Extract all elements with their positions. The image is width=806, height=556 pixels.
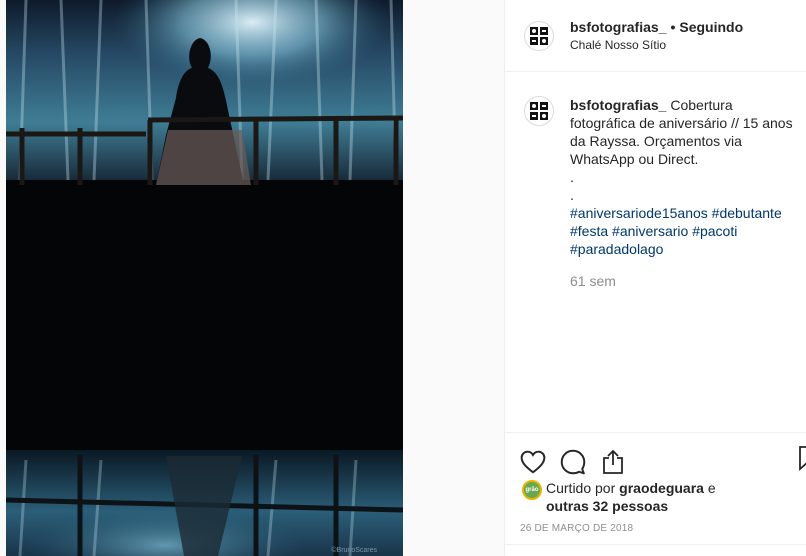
photo-watermark: ©BrunoScares [331, 547, 377, 554]
hashtag-link[interactable]: #debutante [712, 205, 782, 221]
post-actions-section: grão Curtido por graodeguara e outras 32… [505, 432, 806, 534]
liked-by-and: e [707, 480, 716, 496]
follow-status-button[interactable]: Seguindo [679, 18, 743, 36]
photo-scene [6, 0, 403, 556]
liked-by-prefix: Curtido por [546, 480, 616, 496]
hashtag-link[interactable]: #aniversariode15anos [570, 205, 708, 221]
caption-dot: . [570, 187, 574, 203]
brand-logo-icon [530, 26, 548, 45]
hashtag-list: #aniversariode15anos #debutante #festa #… [570, 204, 798, 258]
caption-block: bsfotografias_ Cobertura fotográfica de … [524, 96, 798, 290]
header-username[interactable]: bsfotografias_ [570, 18, 666, 36]
post-side-panel: bsfotografias_ • Seguindo Chalé Nosso Sí… [504, 0, 806, 556]
caption-time-ago[interactable]: 61 sem [570, 272, 798, 290]
likes-count-link[interactable]: outras 32 pessoas [546, 498, 668, 514]
hashtag-link[interactable]: #festa [570, 223, 608, 239]
comment-icon[interactable] [560, 449, 586, 475]
hashtag-link[interactable]: #pacoti [692, 223, 737, 239]
post-photo[interactable]: ©BrunoScares [6, 0, 403, 556]
likes-row: grão Curtido por graodeguara e outras 32… [505, 479, 806, 515]
hashtag-link[interactable]: #paradadolago [570, 241, 663, 257]
header-separator: • [670, 19, 676, 35]
caption-avatar[interactable] [524, 96, 554, 126]
brand-logo-icon [530, 102, 548, 120]
action-bar [505, 433, 806, 481]
liker-avatar[interactable]: grão [522, 480, 542, 500]
liker-username[interactable]: graodeguara [619, 480, 704, 496]
comment-divider [505, 544, 806, 545]
share-icon[interactable] [600, 449, 626, 475]
likes-summary: Curtido por graodeguara e outras 32 pess… [546, 479, 716, 515]
caption: bsfotografias_ Cobertura fotográfica de … [570, 96, 798, 290]
profile-avatar[interactable] [524, 20, 554, 51]
post-header: bsfotografias_ • Seguindo Chalé Nosso Sí… [505, 0, 806, 72]
heart-icon[interactable] [520, 449, 546, 475]
bookmark-icon[interactable] [798, 445, 806, 471]
post-location[interactable]: Chalé Nosso Sítio [570, 38, 743, 53]
post-date[interactable]: 26 DE MARÇO DE 2018 [505, 523, 806, 534]
hashtag-link[interactable]: #aniversario [612, 223, 688, 239]
caption-dot: . [570, 169, 574, 185]
caption-username[interactable]: bsfotografias_ [570, 97, 666, 113]
